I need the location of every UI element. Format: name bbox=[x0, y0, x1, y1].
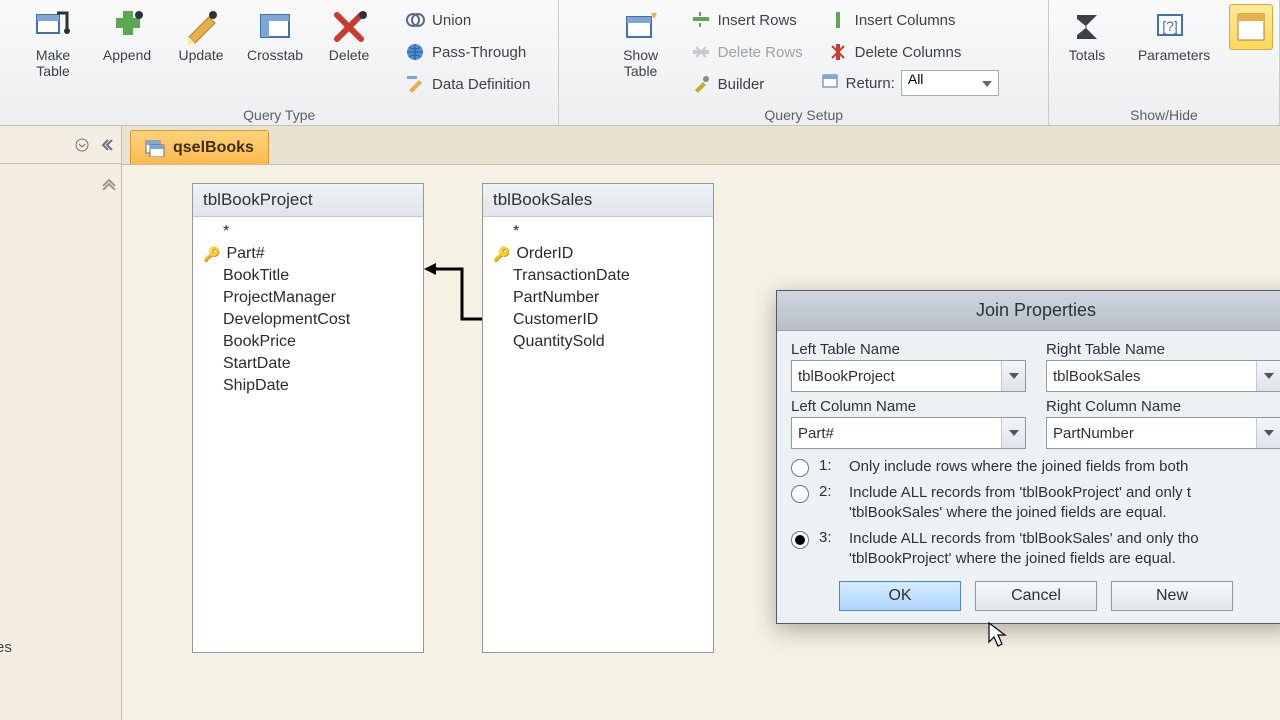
delete-icon bbox=[329, 7, 369, 47]
field-star[interactable]: * bbox=[489, 221, 707, 243]
query-icon bbox=[145, 139, 165, 157]
chevron-down-icon[interactable] bbox=[1001, 361, 1025, 391]
insert-columns-button[interactable]: Insert Columns bbox=[820, 6, 999, 34]
parameters-icon: [?] bbox=[1154, 7, 1194, 47]
property-sheet-button[interactable] bbox=[1229, 4, 1273, 50]
ribbon-group-query-setup: Show Table Insert Rows Delete Rows Build… bbox=[559, 0, 1049, 125]
dialog-title[interactable]: Join Properties bbox=[777, 291, 1280, 331]
nav-item-fragment: es bbox=[0, 639, 12, 656]
join-line[interactable] bbox=[422, 259, 486, 329]
ribbon-group-query-type: Make Table Append Update Crosstab bbox=[0, 0, 559, 125]
append-button[interactable]: Append bbox=[95, 4, 159, 66]
join-properties-dialog: Join Properties Left Table Name tblBookP… bbox=[776, 290, 1280, 624]
builder-button[interactable]: Builder bbox=[683, 70, 810, 98]
update-button[interactable]: Update bbox=[169, 4, 233, 66]
right-column-combo[interactable]: PartNumber bbox=[1046, 417, 1280, 449]
shutter-collapse-icon[interactable] bbox=[97, 136, 115, 154]
delete-rows-button[interactable]: Delete Rows bbox=[683, 38, 810, 66]
field-partnumber[interactable]: PartNumber bbox=[489, 287, 707, 309]
return-select[interactable]: All bbox=[901, 70, 999, 96]
navigation-pane[interactable]: es bbox=[0, 126, 122, 720]
show-table-icon bbox=[621, 7, 661, 47]
field-star[interactable]: * bbox=[199, 221, 417, 243]
delete-rows-icon bbox=[690, 41, 712, 63]
table-tblbooksales[interactable]: tblBookSales * 🔑OrderID TransactionDate … bbox=[482, 183, 714, 653]
svg-text:[?]: [?] bbox=[1162, 18, 1178, 34]
totals-button[interactable]: Totals bbox=[1055, 4, 1119, 66]
key-icon: 🔑 bbox=[493, 246, 510, 263]
show-table-button[interactable]: Show Table bbox=[609, 4, 673, 82]
left-column-combo[interactable]: Part# bbox=[791, 417, 1026, 449]
pass-through-button[interactable]: Pass-Through bbox=[397, 38, 537, 66]
data-definition-icon bbox=[404, 73, 426, 95]
left-table-label: Left Table Name bbox=[791, 341, 1026, 358]
new-button[interactable]: New bbox=[1111, 581, 1233, 611]
property-sheet-icon bbox=[1231, 7, 1271, 47]
sigma-icon bbox=[1067, 7, 1107, 47]
field-projectmanager[interactable]: ProjectManager bbox=[199, 287, 417, 309]
group-label-show-hide: Show/Hide bbox=[1130, 106, 1198, 123]
right-table-label: Right Table Name bbox=[1046, 341, 1280, 358]
data-definition-button[interactable]: Data Definition bbox=[397, 70, 537, 98]
nav-dropdown-icon[interactable] bbox=[73, 136, 91, 154]
chevron-down-icon[interactable] bbox=[1256, 418, 1280, 448]
tab-qselbooks[interactable]: qselBooks bbox=[130, 130, 269, 164]
radio-3[interactable] bbox=[791, 531, 809, 549]
delete-columns-button[interactable]: Delete Columns bbox=[820, 38, 999, 66]
left-table-combo[interactable]: tblBookProject bbox=[791, 360, 1026, 392]
shutter-up-icon[interactable] bbox=[101, 176, 117, 195]
chevron-down-icon[interactable] bbox=[1256, 361, 1280, 391]
table-title: tblBookProject bbox=[193, 184, 423, 217]
parameters-button[interactable]: [?] Parameters bbox=[1129, 4, 1219, 66]
field-booktitle[interactable]: BookTitle bbox=[199, 265, 417, 287]
field-startdate[interactable]: StartDate bbox=[199, 353, 417, 375]
field-customerid[interactable]: CustomerID bbox=[489, 309, 707, 331]
radio-2[interactable] bbox=[791, 485, 809, 503]
group-label-query-type: Query Type bbox=[243, 106, 315, 123]
right-table-combo[interactable]: tblBookSales bbox=[1046, 360, 1280, 392]
field-part[interactable]: 🔑Part# bbox=[199, 243, 417, 265]
union-icon bbox=[404, 9, 426, 31]
table-title: tblBookSales bbox=[483, 184, 713, 217]
crosstab-button[interactable]: Crosstab bbox=[243, 4, 307, 66]
return-icon bbox=[820, 71, 840, 96]
update-icon bbox=[181, 7, 221, 47]
make-table-icon bbox=[33, 7, 73, 47]
globe-icon bbox=[404, 41, 426, 63]
left-column-label: Left Column Name bbox=[791, 398, 1026, 415]
field-bookprice[interactable]: BookPrice bbox=[199, 331, 417, 353]
cancel-button[interactable]: Cancel bbox=[975, 581, 1097, 611]
union-button[interactable]: Union bbox=[397, 6, 537, 34]
field-shipdate[interactable]: ShipDate bbox=[199, 375, 417, 397]
insert-rows-button[interactable]: Insert Rows bbox=[683, 6, 810, 34]
radio-1[interactable] bbox=[791, 459, 809, 477]
return-label: Return: bbox=[846, 75, 895, 92]
table-tblbookproject[interactable]: tblBookProject * 🔑Part# BookTitle Projec… bbox=[192, 183, 424, 653]
ribbon-group-show-hide: Totals [?] Parameters Show/Hide bbox=[1049, 0, 1280, 125]
join-option-2[interactable]: 2: Include ALL records from 'tblBookProj… bbox=[791, 483, 1280, 523]
right-column-label: Right Column Name bbox=[1046, 398, 1280, 415]
ok-button[interactable]: OK bbox=[839, 581, 961, 611]
join-option-3[interactable]: 3: Include ALL records from 'tblBookSale… bbox=[791, 529, 1280, 569]
append-icon bbox=[107, 7, 147, 47]
insert-rows-icon bbox=[690, 9, 712, 31]
builder-icon bbox=[690, 73, 712, 95]
make-table-button[interactable]: Make Table bbox=[21, 4, 85, 82]
tab-label: qselBooks bbox=[173, 139, 254, 157]
join-option-1[interactable]: 1: Only include rows where the joined fi… bbox=[791, 457, 1280, 477]
key-icon: 🔑 bbox=[203, 246, 220, 263]
crosstab-icon bbox=[255, 7, 295, 47]
insert-columns-icon bbox=[827, 9, 849, 31]
field-orderid[interactable]: 🔑OrderID bbox=[489, 243, 707, 265]
field-developmentcost[interactable]: DevelopmentCost bbox=[199, 309, 417, 331]
group-label-query-setup: Query Setup bbox=[764, 106, 843, 123]
field-quantitysold[interactable]: QuantitySold bbox=[489, 331, 707, 353]
delete-button[interactable]: Delete bbox=[317, 4, 381, 66]
ribbon: Make Table Append Update Crosstab bbox=[0, 0, 1280, 126]
chevron-down-icon[interactable] bbox=[1001, 418, 1025, 448]
delete-columns-icon bbox=[827, 41, 849, 63]
field-transactiondate[interactable]: TransactionDate bbox=[489, 265, 707, 287]
